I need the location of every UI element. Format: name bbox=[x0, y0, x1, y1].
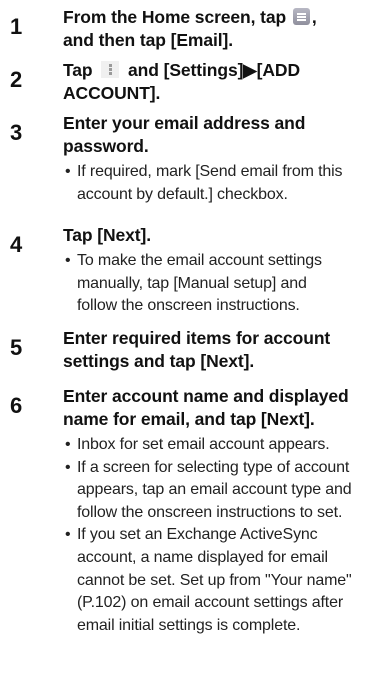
bullet-text: email initial settings is complete. bbox=[77, 616, 301, 634]
bullet-text: To make the email account settings bbox=[77, 252, 322, 269]
bullet-text: (P.102) on email account settings after bbox=[77, 594, 344, 612]
bullet-text: account by default.] checkbox. bbox=[77, 185, 288, 203]
heading-text: name for email, and tap [Next]. bbox=[63, 409, 315, 429]
bullet-icon: • bbox=[65, 436, 71, 453]
heading-text: Tap [Next]. bbox=[63, 225, 152, 245]
heading-text: and [Settings]▶[ADD bbox=[123, 60, 301, 80]
step-number: 6 bbox=[10, 393, 23, 418]
bullet-item: • If you set an Exchange ActiveSync acco… bbox=[63, 524, 372, 637]
step-body: Enter your email address and password. •… bbox=[63, 112, 372, 206]
step-body: Enter account name and displayed name fo… bbox=[63, 385, 372, 637]
heading-text: password. bbox=[63, 136, 149, 156]
step-number: 4 bbox=[10, 232, 23, 257]
heading-text: Enter your email address and bbox=[63, 113, 306, 133]
overflow-menu-icon bbox=[101, 61, 120, 78]
heading-text: From the Home screen, tap bbox=[63, 7, 291, 27]
heading-text: Enter required items for account bbox=[63, 328, 331, 348]
bullet-list: • To make the email account settings man… bbox=[63, 250, 372, 318]
step-heading: Enter required items for account setting… bbox=[63, 327, 372, 373]
step-body: Tap and [Settings]▶[ADD ACCOUNT]. bbox=[63, 59, 372, 105]
step-heading: From the Home screen, tap , and then tap… bbox=[63, 6, 372, 52]
bullet-item: • If required, mark [Send email from thi… bbox=[63, 161, 372, 206]
bullet-text: appears, tap an email account type and bbox=[77, 481, 352, 499]
bullet-text: manually, tap [Manual setup] and bbox=[77, 274, 307, 292]
heading-text: and then tap [Email]. bbox=[63, 30, 233, 50]
step-heading: Enter your email address and password. bbox=[63, 112, 372, 158]
bullet-list: • Inbox for set email account appears. •… bbox=[63, 434, 372, 637]
heading-text: ACCOUNT]. bbox=[63, 83, 161, 103]
step-number: 1 bbox=[10, 14, 23, 39]
bullet-icon: • bbox=[65, 252, 71, 269]
heading-text: Enter account name and displayed bbox=[63, 386, 349, 406]
step-body: Enter required items for account setting… bbox=[63, 327, 372, 373]
heading-text: Tap bbox=[63, 60, 98, 80]
bullet-text: Inbox for set email account appears. bbox=[77, 436, 330, 453]
bullet-text: If required, mark [Send email from this bbox=[77, 163, 343, 180]
step-number: 2 bbox=[10, 67, 23, 92]
bullet-list: • If required, mark [Send email from thi… bbox=[63, 161, 372, 206]
step-heading: Enter account name and displayed name fo… bbox=[63, 385, 372, 431]
step-heading: Tap [Next]. bbox=[63, 224, 372, 247]
bullet-text: account, a name displayed for email bbox=[77, 548, 328, 566]
bullet-icon: • bbox=[65, 163, 71, 180]
bullet-icon: • bbox=[65, 526, 71, 544]
step-body: From the Home screen, tap , and then tap… bbox=[63, 6, 372, 52]
bullet-text: follow the onscreen instructions to set. bbox=[77, 503, 343, 521]
heading-text: , bbox=[311, 7, 317, 27]
bullet-text: If you set an Exchange ActiveSync bbox=[77, 526, 318, 544]
bullet-item: • If a screen for selecting type of acco… bbox=[63, 457, 372, 525]
heading-text: settings and tap [Next]. bbox=[63, 351, 255, 371]
app-list-icon bbox=[292, 8, 310, 25]
bullet-item: • Inbox for set email account appears. bbox=[63, 434, 372, 457]
step-body: Tap [Next]. • To make the email account … bbox=[63, 224, 372, 318]
bullet-item: • To make the email account settings man… bbox=[63, 250, 372, 318]
bullet-text: If a screen for selecting type of accoun… bbox=[77, 458, 350, 476]
bullet-text: cannot be set. Set up from "Your name" bbox=[77, 571, 352, 589]
step-heading: Tap and [Settings]▶[ADD ACCOUNT]. bbox=[63, 59, 372, 105]
bullet-text: follow the onscreen instructions. bbox=[77, 297, 300, 315]
step-number: 3 bbox=[10, 120, 23, 145]
step-number: 5 bbox=[10, 335, 23, 360]
bullet-icon: • bbox=[65, 458, 71, 476]
